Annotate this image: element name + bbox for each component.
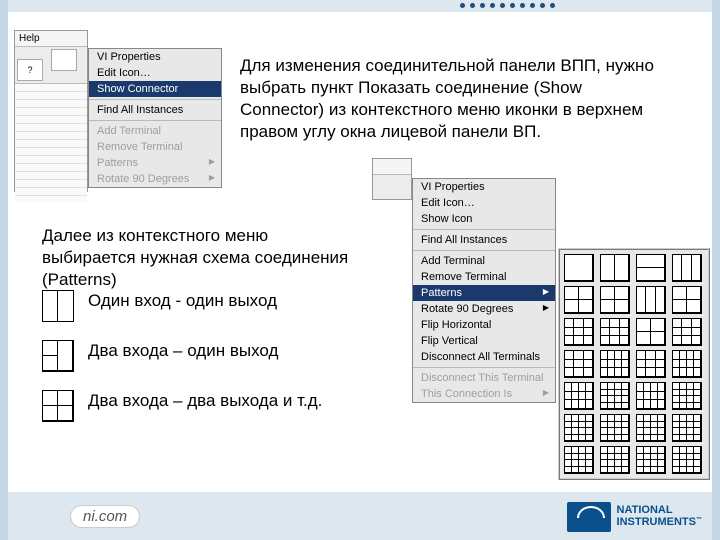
toolbar-button[interactable] [51,49,77,71]
menubar-help[interactable]: Help [15,31,87,47]
ni-logo-icon [567,502,611,532]
menu-item-rotate[interactable]: Rotate 90 Degrees [413,301,555,317]
window-fragment-1: Help ? [14,30,88,192]
menu-item-add-terminal: Add Terminal [89,123,221,139]
connector-icon-2-1 [42,340,74,372]
description-paragraph-2: Далее из контекстного меню выбирается ну… [42,225,352,291]
pattern-cell[interactable] [672,350,702,378]
menu-item-edit-icon[interactable]: Edit Icon… [89,65,221,81]
menu-item-edit-icon[interactable]: Edit Icon… [413,195,555,211]
pattern-examples: Один вход - один выход Два входа – один … [42,290,322,440]
menu-separator [413,367,555,368]
pattern-cell[interactable] [600,382,630,410]
pattern-cell[interactable] [600,414,630,442]
pattern-cell[interactable] [672,382,702,410]
menu-item-disconnect-this: Disconnect This Terminal [413,370,555,386]
pattern-cell[interactable] [672,414,702,442]
pattern-row-2: Два входа – один выход [42,340,322,372]
connector-icon-1-1 [42,290,74,322]
description-paragraph-1: Для изменения соединительной панели ВПП,… [240,55,670,143]
side-decoration-right [712,0,720,540]
pattern-cell[interactable] [600,318,630,346]
pattern-cell[interactable] [636,414,666,442]
pattern-cell[interactable] [672,286,702,314]
menu-item-show-icon[interactable]: Show Icon [413,211,555,227]
window-fragment-2 [372,158,412,200]
ni-logo-text-2: INSTRUMENTS [617,516,696,528]
menubar-fragment [373,159,411,175]
pattern-cell[interactable] [672,446,702,474]
menu-item-this-connection: This Connection Is [413,386,555,402]
menu-separator [89,120,221,121]
menu-item-patterns: Patterns [89,155,221,171]
pattern-cell[interactable] [564,382,594,410]
pattern-cell[interactable] [672,318,702,346]
pattern-row-1: Один вход - один выход [42,290,322,322]
pattern-cell[interactable] [564,446,594,474]
pattern-cell[interactable] [672,254,702,282]
menu-separator [89,99,221,100]
pattern-cell[interactable] [564,414,594,442]
menu-item-flip-horizontal[interactable]: Flip Horizontal [413,317,555,333]
context-menu-1: VI Properties Edit Icon… Show Connector … [88,48,222,188]
connector-icon-2-2 [42,390,74,422]
menu-item-flip-vertical[interactable]: Flip Vertical [413,333,555,349]
pattern-cell[interactable] [636,286,666,314]
pattern-label-1: Один вход - один выход [88,290,277,312]
menu-item-rotate: Rotate 90 Degrees [89,171,221,187]
pattern-cell[interactable] [636,254,666,282]
patterns-palette [558,248,710,480]
side-decoration-left [0,0,8,540]
menu-item-remove-terminal[interactable]: Remove Terminal [413,269,555,285]
pattern-row-3: Два входа – два выхода и т.д. [42,390,322,422]
top-decoration [8,0,712,12]
front-panel-grid [15,83,87,202]
ni-logo: NATIONAL INSTRUMENTS™ [567,502,702,532]
pattern-cell[interactable] [564,254,594,282]
ni-com-badge: ni.com [70,505,140,528]
menu-item-show-connector[interactable]: Show Connector [89,81,221,97]
pattern-cell[interactable] [636,446,666,474]
pattern-cell[interactable] [564,318,594,346]
pattern-label-2: Два входа – один выход [88,340,278,362]
pattern-cell[interactable] [600,286,630,314]
menu-item-patterns[interactable]: Patterns [413,285,555,301]
pattern-cell[interactable] [636,382,666,410]
pattern-cell[interactable] [600,446,630,474]
menu-item-remove-terminal: Remove Terminal [89,139,221,155]
menu-item-add-terminal[interactable]: Add Terminal [413,253,555,269]
pattern-label-3: Два входа – два выхода и т.д. [88,390,322,412]
pattern-cell[interactable] [564,350,594,378]
pattern-cell[interactable] [564,286,594,314]
menu-item-find-all[interactable]: Find All Instances [413,232,555,248]
ni-logo-text-1: NATIONAL [617,504,673,516]
menu-item-disconnect-all[interactable]: Disconnect All Terminals [413,349,555,365]
context-menu-2: VI Properties Edit Icon… Show Icon Find … [412,178,556,403]
pattern-cell[interactable] [600,350,630,378]
pattern-cell[interactable] [636,350,666,378]
top-dots [460,3,555,8]
pattern-cell[interactable] [600,254,630,282]
menu-item-vi-properties[interactable]: VI Properties [413,179,555,195]
menu-separator [413,229,555,230]
menu-item-vi-properties[interactable]: VI Properties [89,49,221,65]
toolbar-help-icon[interactable]: ? [17,59,43,81]
pattern-cell[interactable] [636,318,666,346]
menu-separator [413,250,555,251]
menu-item-find-all[interactable]: Find All Instances [89,102,221,118]
